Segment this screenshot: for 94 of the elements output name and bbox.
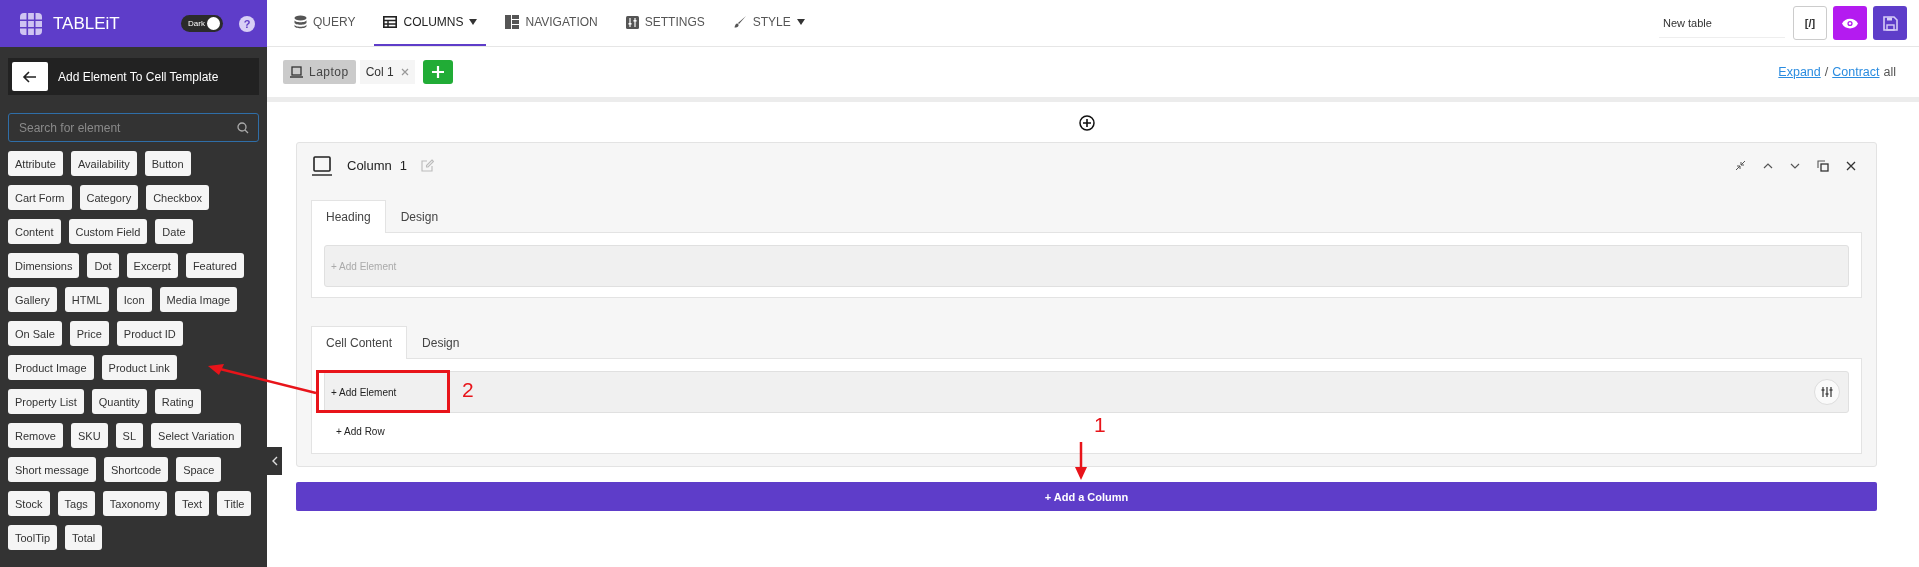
element-option[interactable]: Space — [176, 457, 222, 482]
section-tab[interactable]: Design — [407, 326, 475, 359]
column-number: 1 — [399, 158, 408, 173]
element-option[interactable]: Shortcode — [104, 457, 169, 482]
eye-icon — [1842, 17, 1858, 29]
element-option[interactable]: Product Link — [101, 355, 177, 380]
element-option[interactable]: Content — [8, 219, 61, 244]
element-option[interactable]: Taxonomy — [102, 491, 167, 516]
chevron-left-icon — [271, 456, 278, 466]
section-tab[interactable]: Heading — [311, 200, 386, 233]
section-tab[interactable]: Design — [385, 200, 454, 233]
element-option[interactable]: Attribute — [8, 151, 63, 176]
element-option[interactable]: Select Variation — [151, 423, 242, 448]
grid-icon — [19, 11, 43, 36]
element-option[interactable]: Title — [217, 491, 252, 516]
back-arrow-icon — [22, 68, 38, 85]
element-option[interactable]: Dimensions — [8, 253, 80, 278]
element-option[interactable]: On Sale — [8, 321, 62, 346]
add-element-button[interactable]: + Add Element — [331, 386, 397, 398]
close-icon[interactable] — [1846, 160, 1856, 171]
element-option[interactable]: Total — [65, 525, 103, 550]
all-text: all — [1883, 65, 1896, 79]
device-tab[interactable]: Laptop — [283, 60, 356, 84]
element-option[interactable]: Dot — [87, 253, 119, 278]
annotation-number: 2 — [462, 378, 474, 402]
search-field[interactable]: Search for element — [8, 113, 259, 142]
annotation-number: 1 — [1094, 413, 1106, 437]
element-option[interactable]: Price — [69, 321, 109, 346]
search-icon — [237, 122, 249, 134]
element-option[interactable]: Excerpt — [126, 253, 178, 278]
element-option[interactable]: Text — [174, 491, 210, 516]
app-name: TABLEiT — [53, 13, 121, 34]
element-option[interactable]: SKU — [70, 423, 108, 448]
add-column-button[interactable] — [422, 60, 453, 84]
laptop-icon — [290, 66, 303, 78]
element-option[interactable]: ToolTip — [8, 525, 58, 550]
back-button[interactable] — [12, 62, 48, 91]
element-option[interactable]: Date — [155, 219, 193, 244]
database-icon — [294, 15, 307, 29]
dark-mode-toggle[interactable]: Dark — [181, 15, 223, 32]
preview-button[interactable] — [1833, 6, 1867, 40]
element-option[interactable]: Category — [79, 185, 139, 210]
sliders-icon — [625, 15, 639, 29]
nav-tab[interactable]: SETTINGS — [616, 0, 714, 46]
help-button[interactable]: ? — [239, 15, 255, 32]
element-option[interactable]: Property List — [8, 389, 84, 414]
nav-tab[interactable]: STYLE — [723, 0, 814, 46]
plus-icon — [431, 66, 444, 78]
brush-icon — [732, 15, 747, 29]
annotation-arrow — [1075, 442, 1087, 480]
duplicate-icon[interactable] — [1817, 159, 1829, 172]
column-chip[interactable]: Col 1 — [359, 60, 415, 84]
element-option[interactable]: Quantity — [91, 389, 147, 414]
column-chip-label[interactable]: Col 1 — [365, 65, 394, 79]
nav-tab[interactable]: COLUMNS — [374, 0, 487, 46]
contract-link[interactable]: Contract — [1832, 65, 1880, 79]
add-circle-icon[interactable] — [1078, 115, 1095, 131]
element-option[interactable]: Button — [144, 151, 191, 176]
element-option[interactable]: Tags — [57, 491, 95, 516]
element-option[interactable]: Checkbox — [146, 185, 210, 210]
save-button[interactable] — [1873, 6, 1907, 40]
separator-text: / — [1824, 65, 1829, 79]
nav-tab[interactable]: QUERY — [285, 0, 365, 46]
element-option[interactable]: Remove — [8, 423, 63, 448]
layout-icon — [505, 15, 520, 29]
panel-title: Add Element To Cell Template — [58, 69, 219, 84]
element-option[interactable]: Product ID — [116, 321, 183, 346]
sliders-icon[interactable] — [1814, 379, 1840, 405]
table-icon — [383, 16, 398, 28]
element-option[interactable]: Icon — [116, 287, 152, 312]
add-a-column-button[interactable]: + Add a Column — [296, 482, 1877, 511]
element-option[interactable]: Stock — [8, 491, 50, 516]
element-option[interactable]: Availability — [70, 151, 137, 176]
expand-link[interactable]: Expand — [1778, 65, 1821, 79]
element-option[interactable]: Cart Form — [8, 185, 72, 210]
element-option[interactable]: Media Image — [159, 287, 238, 312]
shortcode-button[interactable]: [/] — [1793, 6, 1827, 40]
element-option[interactable]: Short message — [8, 457, 96, 482]
chevron-up-icon[interactable] — [1763, 162, 1773, 169]
add-row-button[interactable]: + Add Row — [324, 413, 385, 443]
element-option[interactable]: Gallery — [8, 287, 57, 312]
element-option[interactable]: Custom Field — [68, 219, 148, 244]
element-option[interactable]: Rating — [154, 389, 201, 414]
collapse-icon[interactable] — [1735, 160, 1746, 171]
element-option[interactable]: HTML — [64, 287, 109, 312]
element-option[interactable]: SL — [115, 423, 144, 448]
nav-tab[interactable]: NAVIGATION — [496, 0, 607, 46]
column-title: Column — [347, 158, 392, 173]
section-tab[interactable]: Cell Content — [311, 326, 408, 359]
chevron-down-icon[interactable] — [1790, 162, 1800, 169]
laptop-icon — [312, 155, 332, 176]
element-option[interactable]: Featured — [185, 253, 244, 278]
element-option[interactable]: Product Image — [8, 355, 94, 380]
collapse-sidebar-button[interactable] — [267, 447, 282, 475]
